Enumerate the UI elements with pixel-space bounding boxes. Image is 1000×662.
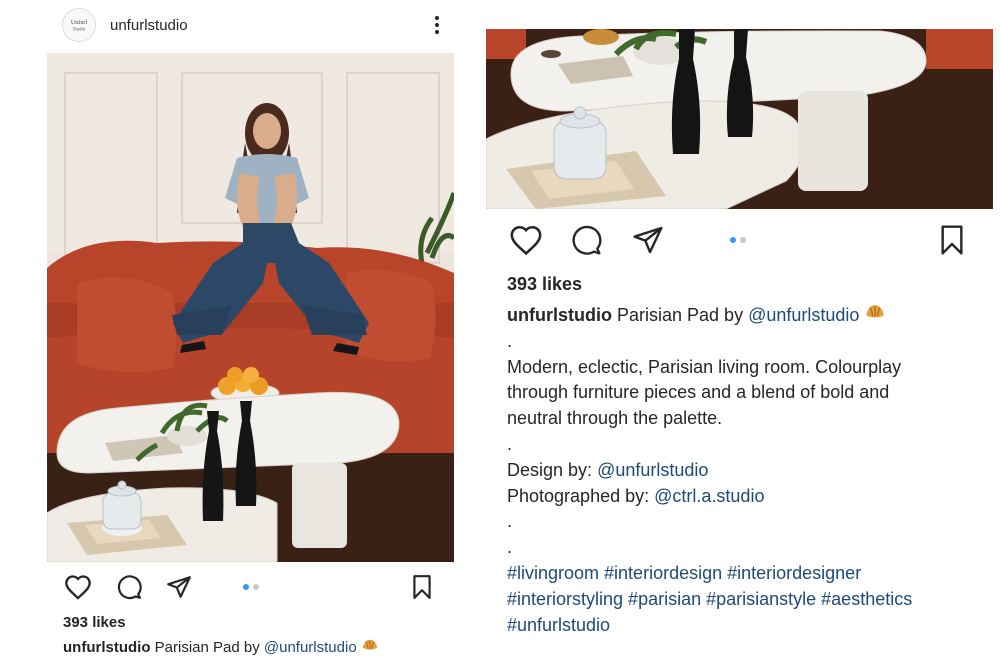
post-username[interactable]: unfurlstudio xyxy=(110,17,188,34)
caption-body-line: Modern, eclectic, Parisian living room. … xyxy=(507,356,902,377)
croissant-emoji xyxy=(866,305,885,318)
carousel-indicator xyxy=(730,237,746,243)
post-header: Unfurl Studio unfurlstudio xyxy=(62,6,450,44)
design-mention[interactable]: @unfurlstudio xyxy=(597,460,708,480)
comment-bubble-icon[interactable] xyxy=(570,224,602,261)
caption-photo-credit: Photographed by: @ctrl.a.studio xyxy=(507,484,987,510)
caption-title: Parisian Pad by xyxy=(154,639,260,656)
caption-title: Parisian Pad by xyxy=(617,305,744,325)
post-actions-bar-zoomed xyxy=(506,223,970,261)
caption-username[interactable]: unfurlstudio xyxy=(507,305,612,325)
carousel-dot xyxy=(740,237,746,243)
photo-label: Photographed by: xyxy=(507,485,650,506)
design-label: Design by: xyxy=(507,459,593,480)
post-actions-bar xyxy=(62,572,438,604)
caption-separator: . xyxy=(507,537,513,558)
hashtags-line[interactable]: #livingroom #interiordesign #interiordes… xyxy=(507,561,987,587)
caption-username[interactable]: unfurlstudio xyxy=(63,639,150,656)
bookmark-icon[interactable] xyxy=(411,574,433,605)
carousel-dot xyxy=(253,584,259,590)
caption-first-line: unfurlstudio Parisian Pad by @unfurlstud… xyxy=(63,637,379,656)
caption-separator: . xyxy=(507,511,513,532)
caption-design-credit: Design by: @unfurlstudio xyxy=(507,458,987,484)
caption-first-line: unfurlstudio Parisian Pad by @unfurlstud… xyxy=(507,302,987,329)
post-photo[interactable] xyxy=(47,53,454,562)
paper-plane-icon[interactable] xyxy=(166,574,192,605)
hashtags-line[interactable]: #unfurlstudio xyxy=(507,613,987,639)
likes-count[interactable]: 393 likes xyxy=(507,274,582,295)
hashtags-line[interactable]: #interiorstyling #parisian #parisianstyl… xyxy=(507,587,987,613)
photo-mention[interactable]: @ctrl.a.studio xyxy=(654,486,764,506)
post-card-left: Unfurl Studio unfurlstudio 393 likes unf… xyxy=(0,0,470,662)
avatar-logo-line2: Studio xyxy=(73,28,86,33)
living-room-photo xyxy=(47,53,454,562)
comment-bubble-icon[interactable] xyxy=(116,574,142,605)
avatar[interactable]: Unfurl Studio xyxy=(62,8,96,42)
carousel-dot-active xyxy=(730,237,736,243)
caption-body-line: through furniture pieces and a blend of … xyxy=(507,382,890,403)
carousel-dot-active xyxy=(243,584,249,590)
heart-icon[interactable] xyxy=(64,574,92,605)
carousel-indicator xyxy=(243,584,259,590)
more-options-icon[interactable] xyxy=(424,10,450,40)
croissant-emoji xyxy=(362,639,378,650)
table-closeup-photo xyxy=(486,29,993,209)
avatar-logo: Unfurl Studio xyxy=(71,19,88,33)
caption-body-line: neutral through the palette. xyxy=(507,408,723,429)
heart-icon[interactable] xyxy=(509,224,543,261)
avatar-logo-line1: Unfurl xyxy=(71,19,88,26)
likes-count[interactable]: 393 likes xyxy=(63,614,126,631)
caption-full: unfurlstudio Parisian Pad by @unfurlstud… xyxy=(507,302,987,638)
caption-mention[interactable]: @unfurlstudio xyxy=(748,305,859,325)
caption-separator: . xyxy=(507,433,513,454)
post-photo-zoomed[interactable] xyxy=(486,29,993,209)
bookmark-icon[interactable] xyxy=(938,224,966,261)
caption-mention[interactable]: @unfurlstudio xyxy=(264,639,357,656)
paper-plane-icon[interactable] xyxy=(632,224,664,261)
caption-separator: . xyxy=(507,330,513,351)
